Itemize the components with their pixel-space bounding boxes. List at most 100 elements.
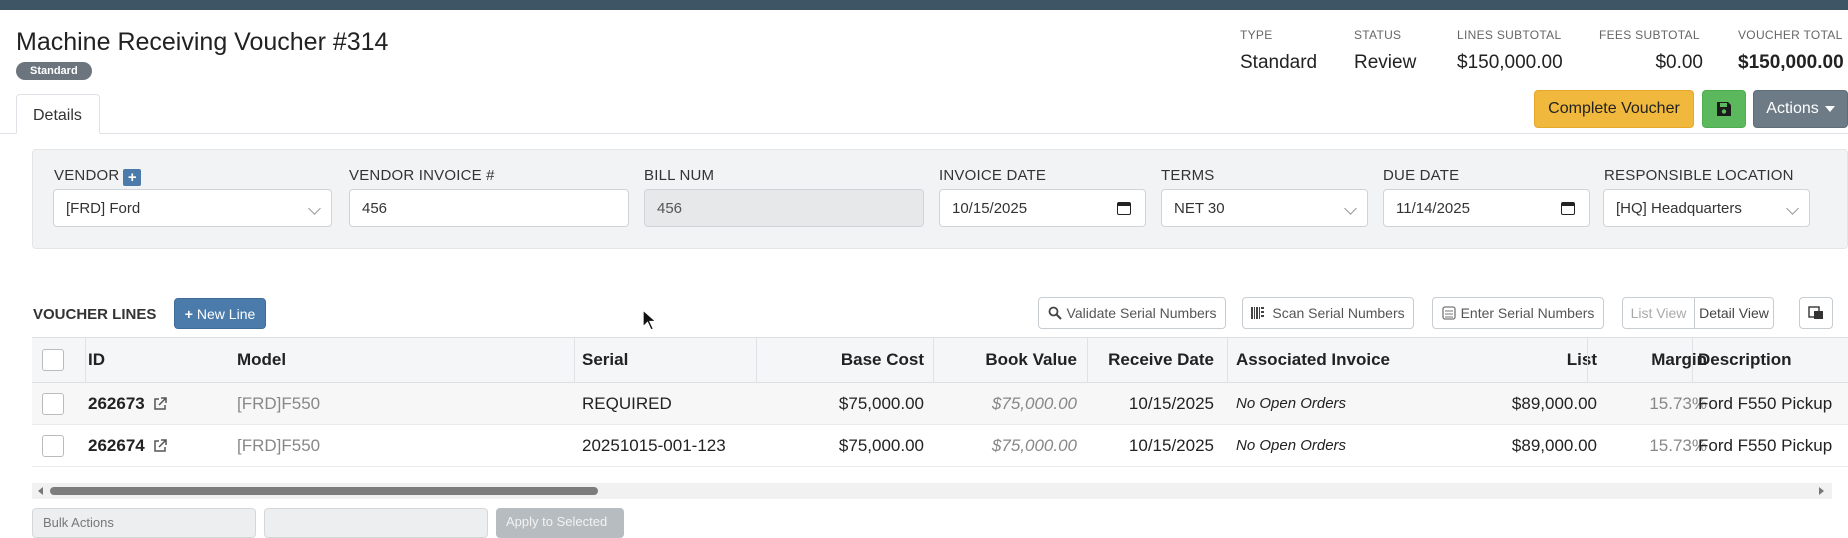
list-cell: $89,000.00	[1511, 393, 1597, 413]
column-header[interactable]: List	[1452, 338, 1597, 382]
base-cost-cell: $75,000.00	[838, 435, 924, 455]
book-value-cell: $75,000.00	[991, 393, 1077, 413]
summary-value: $150,000.00	[1738, 52, 1844, 73]
margin-cell: 15.73%	[1649, 393, 1707, 413]
summary-label: FEES SUBTOTAL	[1599, 28, 1700, 42]
terms-value: NET 30	[1174, 199, 1225, 217]
chevron-down-icon	[308, 202, 321, 215]
external-link-icon[interactable]	[153, 396, 167, 411]
summary-type: TYPE Standard	[1240, 28, 1317, 74]
bill-num-value: 456	[657, 199, 683, 217]
list-cell: $89,000.00	[1511, 435, 1597, 455]
summary-fees-subtotal: FEES SUBTOTAL $0.00	[1599, 28, 1703, 74]
column-divider	[933, 338, 934, 384]
new-line-button[interactable]: + New Line	[174, 298, 266, 329]
receive-date-cell: 10/15/2025	[1128, 393, 1214, 413]
serial-cell[interactable]: 20251015-001-123	[582, 425, 726, 466]
terms-select[interactable]: NET 30	[1161, 189, 1368, 227]
column-divider	[574, 338, 575, 384]
column-header[interactable]: Book Value	[932, 338, 1077, 382]
vendor-label: VENDOR +	[54, 167, 142, 186]
calendar-icon[interactable]	[1561, 202, 1575, 215]
scrollbar-thumb[interactable]	[50, 487, 598, 495]
column-header[interactable]: ID	[88, 338, 105, 382]
horizontal-scrollbar[interactable]	[32, 483, 1832, 499]
table-row[interactable]: 262673 [FRD]F550 REQUIRED $75,000.00 $75…	[32, 383, 1848, 425]
select-all-checkbox-cell	[42, 338, 64, 382]
scan-label: Scan Serial Numbers	[1272, 305, 1405, 321]
column-divider	[1587, 338, 1588, 384]
enter-serial-numbers-button[interactable]: Enter Serial Numbers	[1432, 297, 1604, 329]
column-divider	[1227, 338, 1228, 384]
summary-label: VOUCHER TOTAL	[1738, 28, 1843, 42]
voucher-lines-title: VOUCHER LINES	[33, 306, 157, 323]
column-divider	[1087, 338, 1088, 384]
vendor-invoice-input[interactable]: 456	[349, 189, 629, 227]
validate-label: Validate Serial Numbers	[1066, 305, 1217, 321]
tab-divider	[0, 133, 1848, 134]
invoice-date-input[interactable]: 10/15/2025	[939, 189, 1146, 227]
column-chooser-button[interactable]	[1799, 297, 1833, 329]
apply-to-selected-button[interactable]: Apply to Selected	[496, 508, 624, 538]
column-header[interactable]: Model	[237, 338, 286, 382]
row-checkbox-cell	[42, 425, 64, 466]
search-icon	[1048, 306, 1062, 320]
receive-date-cell: 10/15/2025	[1128, 435, 1214, 455]
chevron-down-icon	[1786, 202, 1799, 215]
save-button[interactable]	[1702, 90, 1746, 128]
column-header[interactable]: Associated Invoice	[1236, 338, 1390, 382]
bulk-value-input[interactable]	[264, 508, 488, 538]
responsible-location-select[interactable]: [HQ] Headquarters	[1603, 189, 1810, 227]
list-view-button[interactable]: List View	[1622, 297, 1695, 329]
line-id[interactable]: 262674	[88, 436, 145, 456]
summary-value: Review	[1354, 52, 1417, 73]
validate-serial-numbers-button[interactable]: Validate Serial Numbers	[1038, 297, 1226, 329]
id-cell: 262674	[88, 425, 167, 466]
line-id[interactable]: 262673	[88, 394, 145, 414]
serial-cell[interactable]: REQUIRED	[582, 383, 672, 424]
column-header[interactable]: Receive Date	[1082, 338, 1214, 382]
terms-label: TERMS	[1161, 167, 1215, 184]
vendor-select[interactable]: [FRD] Ford	[53, 189, 332, 227]
caret-down-icon	[1824, 106, 1835, 112]
column-divider	[1692, 338, 1693, 384]
due-date-input[interactable]: 11/14/2025	[1383, 189, 1590, 227]
external-link-icon[interactable]	[153, 438, 167, 453]
scan-serial-numbers-button[interactable]: Scan Serial Numbers	[1242, 297, 1414, 329]
mouse-cursor-icon	[642, 309, 658, 331]
plus-icon: +	[184, 305, 193, 322]
bill-num-input: 456	[644, 189, 924, 227]
summary-value: $0.00	[1655, 52, 1703, 73]
keyboard-icon	[1441, 306, 1456, 320]
new-line-label: New Line	[196, 305, 256, 322]
complete-voucher-button[interactable]: Complete Voucher	[1534, 90, 1694, 128]
base-cost-cell: $75,000.00	[838, 393, 924, 413]
floppy-disk-icon	[1717, 102, 1731, 116]
detail-view-button[interactable]: Detail View	[1695, 297, 1774, 329]
scroll-right-icon[interactable]	[1819, 487, 1824, 495]
table-row[interactable]: 262674 [FRD]F550 20251015-001-123 $75,00…	[32, 425, 1848, 467]
responsible-location-value: [HQ] Headquarters	[1616, 199, 1742, 217]
view-toggle-group: List View Detail View	[1622, 297, 1774, 329]
row-checkbox[interactable]	[42, 434, 64, 457]
add-vendor-icon[interactable]: +	[123, 169, 142, 186]
summary-status: STATUS Review	[1354, 28, 1416, 74]
column-header[interactable]: Description	[1698, 338, 1792, 382]
vendor-value: [FRD] Ford	[66, 199, 141, 217]
bulk-actions-select[interactable]: Bulk Actions	[32, 508, 256, 538]
select-all-checkbox[interactable]	[42, 349, 64, 371]
tab-details[interactable]: Details	[16, 94, 100, 134]
scroll-left-icon[interactable]	[38, 487, 43, 495]
actions-dropdown-button[interactable]: Actions	[1753, 90, 1848, 128]
vendor-invoice-label: VENDOR INVOICE #	[349, 167, 495, 184]
summary-lines-subtotal: LINES SUBTOTAL $150,000.00	[1457, 28, 1563, 74]
calendar-icon[interactable]	[1117, 202, 1131, 215]
associated-invoice-cell: No Open Orders	[1236, 437, 1347, 454]
margin-cell: 15.73%	[1649, 435, 1707, 455]
column-header[interactable]: Base Cost	[758, 338, 924, 382]
row-checkbox[interactable]	[42, 392, 64, 415]
due-date-label: DUE DATE	[1383, 167, 1460, 184]
columns-icon	[1808, 306, 1823, 319]
column-divider	[85, 338, 86, 384]
column-header[interactable]: Serial	[582, 338, 628, 382]
